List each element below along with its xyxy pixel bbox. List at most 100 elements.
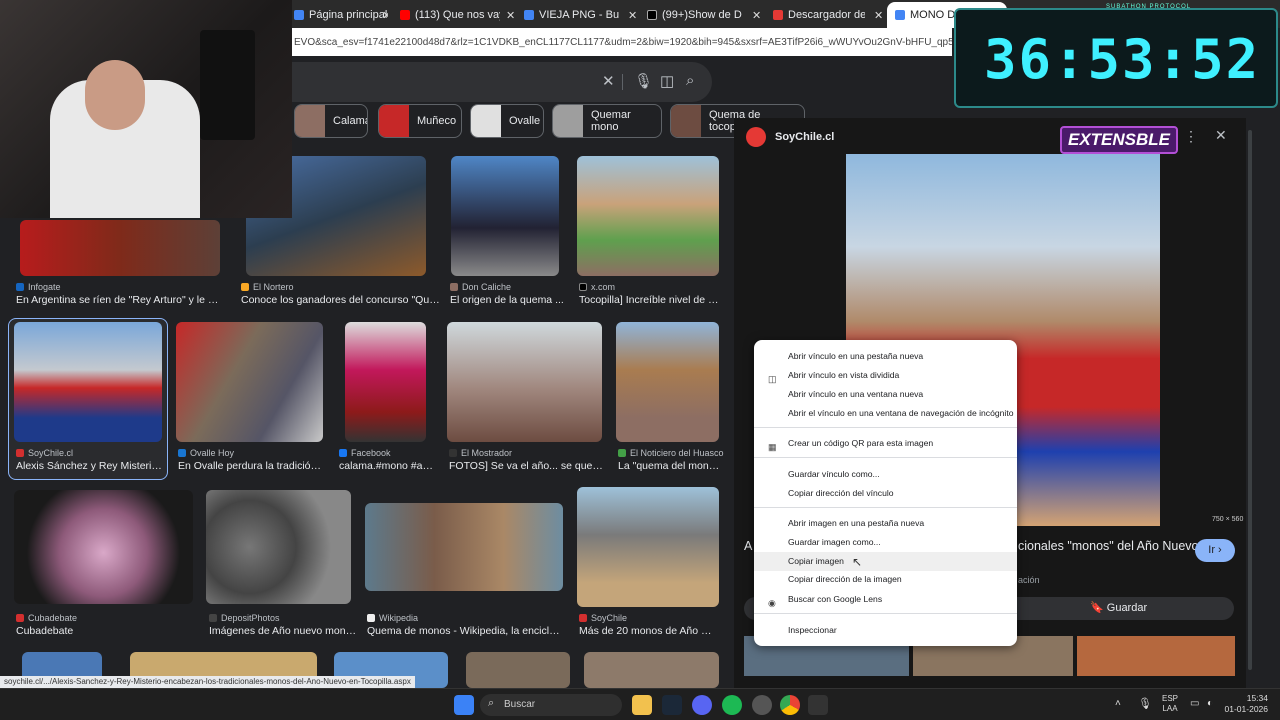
- menu-separator: [754, 427, 1017, 428]
- windows-start-icon[interactable]: [454, 695, 474, 715]
- result-image[interactable]: [176, 322, 323, 442]
- taskbar-search[interactable]: ⌕ Buscar: [480, 694, 622, 716]
- tab-close-icon[interactable]: ✕: [502, 4, 514, 26]
- chip-quemar-mono[interactable]: Quemar mono: [552, 104, 662, 138]
- result-source: SoyChile: [591, 613, 628, 623]
- menu-open-link-incognito[interactable]: Abrir el vínculo en una ventana de naveg…: [754, 404, 1017, 423]
- extensible-banner: EXTENSBLE: [1060, 126, 1179, 154]
- tab-close-icon[interactable]: ✕: [378, 4, 388, 26]
- source-icon: [16, 283, 24, 291]
- result-title[interactable]: En Argentina se ríen de "Rey Arturo" y l…: [16, 294, 222, 306]
- menu-open-link-split-view[interactable]: ◫ Abrir vínculo en vista dividida: [754, 366, 1017, 385]
- result-title[interactable]: Quema de monos - Wikipedia, la enciclope…: [367, 625, 562, 637]
- result-title[interactable]: En Ovalle perdura la tradición ...: [178, 460, 323, 472]
- menu-copy-image-address[interactable]: Copiar dirección de la imagen: [754, 570, 1017, 589]
- language-indicator[interactable]: ESP LAA: [1162, 694, 1178, 714]
- result-title[interactable]: Cubadebate: [16, 625, 191, 637]
- search-box[interactable]: ✕ 🎙 ◫ ⌕: [292, 62, 712, 102]
- result-image[interactable]: [466, 652, 570, 688]
- google-icon: [294, 10, 304, 20]
- chip-calama[interactable]: Calama: [294, 104, 368, 138]
- more-options-icon[interactable]: ⋮: [1184, 128, 1198, 145]
- qr-code-icon: ▦: [768, 442, 777, 452]
- result-source: Cubadebate: [28, 613, 78, 623]
- file-explorer-icon[interactable]: [632, 695, 652, 715]
- result-image[interactable]: [206, 490, 351, 604]
- save-button[interactable]: 🔖 Guardar: [1090, 601, 1147, 614]
- timer-value: 36:53:52: [984, 28, 1261, 91]
- camera-lens-icon[interactable]: ◫: [660, 72, 674, 90]
- related-image[interactable]: [1077, 636, 1235, 676]
- menu-open-link-new-tab[interactable]: Abrir vínculo en una pestaña nueva: [754, 347, 1017, 366]
- result-title[interactable]: Más de 20 monos de Año Nu...: [579, 625, 719, 637]
- menu-save-image-as[interactable]: Guardar imagen como...: [754, 533, 1017, 552]
- result-title[interactable]: Tocopilla] Increíble nivel de pr...: [579, 294, 719, 306]
- result-title[interactable]: El origen de la quema ...: [450, 294, 565, 306]
- tab-close-icon[interactable]: ✕: [748, 4, 760, 26]
- tab-close-icon[interactable]: ✕: [624, 4, 636, 26]
- discord-icon[interactable]: [692, 695, 712, 715]
- facebook-icon: [339, 449, 347, 457]
- menu-copy-image[interactable]: Copiar imagen: [754, 552, 1017, 571]
- result-image[interactable]: [14, 322, 162, 442]
- result-image[interactable]: [447, 322, 602, 442]
- result-image[interactable]: [577, 156, 719, 276]
- result-title[interactable]: FOTOS] Se va el año... se quem...: [449, 460, 604, 472]
- tab-2[interactable]: (113) Que nos vaya b: [400, 4, 500, 26]
- menu-inspect[interactable]: Inspeccionar: [754, 621, 1017, 640]
- result-image[interactable]: [14, 490, 193, 604]
- menu-open-image-new-tab[interactable]: Abrir imagen en una pestaña nueva: [754, 514, 1017, 533]
- chrome-icon[interactable]: [780, 695, 800, 715]
- network-icon[interactable]: ▭: [1190, 698, 1199, 709]
- tab-1[interactable]: Página principal - Go: [294, 4, 389, 26]
- clear-icon[interactable]: ✕: [602, 72, 615, 90]
- menu-copy-link-address[interactable]: Copiar dirección del vínculo: [754, 484, 1017, 503]
- spotify-icon[interactable]: [722, 695, 742, 715]
- source-icon: [178, 449, 186, 457]
- result-image[interactable]: [584, 652, 719, 688]
- result-source: Ovalle Hoy: [190, 448, 235, 458]
- visit-button[interactable]: Ir ›: [1195, 539, 1235, 562]
- address-bar[interactable]: EVO&sca_esv=f1741e22100d48d7&rlz=1C1VDKB…: [292, 28, 952, 56]
- result-image[interactable]: [616, 322, 719, 442]
- source-icon: [241, 283, 249, 291]
- source-icon: [16, 614, 24, 622]
- downloader-icon: [773, 10, 783, 20]
- result-title[interactable]: Alexis Sánchez y Rey Misterio ...: [16, 460, 164, 472]
- obs-icon[interactable]: [752, 695, 772, 715]
- microphone-icon[interactable]: 🎙: [1138, 697, 1152, 710]
- menu-save-link-as[interactable]: Guardar vínculo como...: [754, 465, 1017, 484]
- result-image[interactable]: [577, 487, 719, 607]
- result-image[interactable]: [365, 503, 563, 591]
- menu-open-link-new-window[interactable]: Abrir vínculo en una ventana nueva: [754, 385, 1017, 404]
- microphone-icon[interactable]: 🎙: [634, 72, 653, 90]
- volume-icon[interactable]: ◐: [1207, 698, 1213, 709]
- search-icon[interactable]: ⌕: [686, 72, 694, 89]
- close-icon[interactable]: ✕: [1215, 127, 1227, 144]
- result-image[interactable]: [451, 156, 559, 276]
- menu-search-google-lens[interactable]: ◉ Buscar con Google Lens: [754, 590, 1017, 609]
- clock[interactable]: 15:34 01-01-2026: [1224, 693, 1268, 715]
- chip-ovalle[interactable]: Ovalle: [470, 104, 544, 138]
- tab-5[interactable]: Descargador de Vide: [773, 4, 865, 26]
- search-icon: ⌕: [488, 697, 495, 709]
- result-image[interactable]: [345, 322, 426, 442]
- result-title[interactable]: La "quema del mono...: [618, 460, 720, 472]
- scrollbar[interactable]: [1248, 130, 1252, 670]
- tab-3[interactable]: VIEJA PNG - Buscar c: [524, 4, 619, 26]
- result-title[interactable]: Conoce los ganadores del concurso "Que..…: [241, 294, 441, 306]
- chevron-up-icon[interactable]: ˄: [1115, 698, 1121, 709]
- tab-close-icon[interactable]: ✕: [870, 4, 882, 26]
- chip-muneco[interactable]: Muñeco: [378, 104, 462, 138]
- x-icon: [579, 283, 587, 291]
- capcut-icon[interactable]: [808, 695, 828, 715]
- result-title[interactable]: calama.#mono #añ...: [339, 460, 434, 472]
- menu-create-qr[interactable]: ▦ Crear un código QR para esta imagen: [754, 434, 1017, 453]
- result-source: DepositPhotos: [221, 613, 280, 623]
- preview-title[interactable]: cionales "monos" del Año Nuevo: [1018, 539, 1199, 553]
- steam-icon[interactable]: [662, 695, 682, 715]
- tab-4[interactable]: (99+)Show de Drone: [647, 4, 742, 26]
- result-title[interactable]: Imágenes de Año nuevo mono...: [209, 625, 359, 637]
- result-image[interactable]: [20, 220, 220, 276]
- preview-source[interactable]: SoyChile.cl: [775, 131, 834, 143]
